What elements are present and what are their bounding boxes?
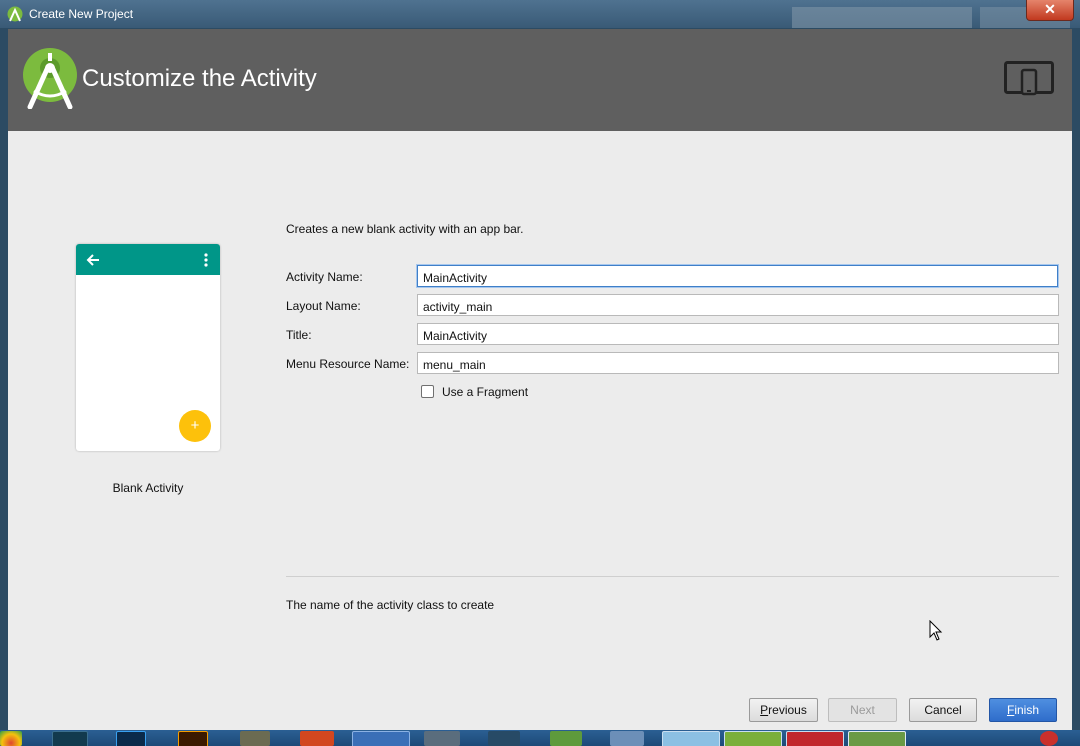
photos-icon[interactable] <box>662 731 720 746</box>
preview-app-bar <box>76 244 220 275</box>
previous-label: revious <box>768 703 807 717</box>
powerpoint-icon[interactable] <box>300 731 334 746</box>
close-button[interactable]: ✕ <box>1026 0 1074 21</box>
device-form-factor-icon <box>1004 61 1054 96</box>
settings-icon[interactable] <box>424 731 460 746</box>
title-input[interactable] <box>417 323 1059 345</box>
title-label: Title: <box>286 328 312 342</box>
wizard-header: Customize the Activity <box>8 29 1072 131</box>
template-description: Creates a new blank activity with an app… <box>286 222 524 236</box>
illustrator-icon[interactable] <box>178 731 208 746</box>
template-name: Blank Activity <box>112 481 184 495</box>
finish-button[interactable]: Finish <box>989 698 1057 722</box>
tray-alert-icon[interactable] <box>1040 731 1058 746</box>
next-button[interactable]: Next <box>828 698 897 722</box>
layout-name-label: Layout Name: <box>286 299 361 313</box>
window-title: Create New Project <box>29 7 134 21</box>
use-fragment-label[interactable]: Use a Fragment <box>442 385 528 399</box>
gimp-icon[interactable] <box>240 731 270 746</box>
android-studio-logo-icon <box>23 48 77 109</box>
word-icon[interactable] <box>352 731 410 746</box>
activity-name-input[interactable] <box>417 265 1058 287</box>
virtualbox-icon[interactable] <box>610 731 644 746</box>
divider <box>286 576 1059 577</box>
overflow-menu-icon <box>204 253 208 267</box>
previous-button[interactable]: Previous <box>749 698 818 722</box>
previous-mnemonic: P <box>760 703 769 717</box>
field-hint: The name of the activity class to create <box>286 598 495 612</box>
wizard-content: Customize the Activity + Blank Activity <box>8 29 1072 730</box>
finish-label: inish <box>1014 703 1040 717</box>
cancel-button[interactable]: Cancel <box>909 698 977 722</box>
window-titlebar[interactable]: Create New Project ✕ <box>0 0 1080 28</box>
use-fragment-checkbox[interactable] <box>421 385 434 398</box>
windows-taskbar <box>0 730 1080 746</box>
create-project-window: Create New Project ✕ Customize the Activ… <box>0 0 1080 730</box>
menu-resource-name-label: Menu Resource Name: <box>286 357 410 371</box>
mouse-pointer-icon <box>929 620 943 641</box>
filmora-icon[interactable] <box>52 731 88 746</box>
layout-name-input[interactable] <box>417 294 1059 316</box>
android-studio-icon[interactable] <box>550 731 582 746</box>
photoshop-icon[interactable] <box>116 731 146 746</box>
android-studio-small-icon <box>7 6 23 22</box>
steam-icon[interactable] <box>488 731 520 746</box>
activity-name-label: Activity Name: <box>286 270 363 284</box>
chrome-icon[interactable] <box>0 731 22 746</box>
menu-resource-name-input[interactable] <box>417 352 1059 374</box>
background-window-ghost <box>792 7 972 28</box>
folder-icon[interactable] <box>724 731 782 746</box>
android-studio-active-icon[interactable] <box>848 731 906 746</box>
back-arrow-icon <box>86 254 99 266</box>
page-title: Customize the Activity <box>82 65 317 92</box>
floating-action-button: + <box>179 410 211 442</box>
acrobat-icon[interactable] <box>786 731 844 746</box>
template-preview: + <box>76 244 220 451</box>
